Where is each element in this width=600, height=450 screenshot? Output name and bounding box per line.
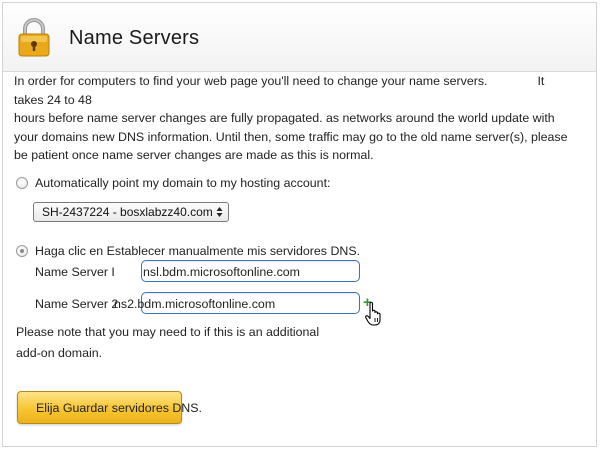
auto-point-radio[interactable] xyxy=(16,177,28,189)
manual-dns-radio[interactable] xyxy=(16,245,28,257)
name-server-1-value: nsl.bdm.microsoftonline.com xyxy=(143,265,301,279)
auto-point-label: Automatically point my domain to my host… xyxy=(35,176,331,190)
intro-line-2: hours before name server changes are ful… xyxy=(14,111,555,125)
name-server-2-value: ns2.bdm.microsoftonline.com xyxy=(114,297,276,311)
note-line-2: add-on domain. xyxy=(16,346,103,360)
hosting-account-select[interactable]: SH-2437224 - bosxlabzz40.com xyxy=(33,202,229,222)
intro-line-1a: In order for computers to find your web … xyxy=(14,74,488,88)
hosting-account-select-value: SH-2437224 - bosxlabzz40.com xyxy=(42,205,213,219)
manual-dns-label: Haga clic en Establecer manualmente mis … xyxy=(35,244,361,258)
page-title: Name Servers xyxy=(69,27,200,49)
intro-text: In order for computers to find your web … xyxy=(14,72,574,165)
panel-header: Name Servers xyxy=(3,3,596,72)
hand-cursor-icon xyxy=(365,301,381,326)
lock-icon xyxy=(18,18,50,57)
intro-line-4: be patient once name server changes are … xyxy=(14,148,374,162)
save-dns-button-label: Elija Guardar servidores DNS. xyxy=(36,401,202,415)
intro-line-3: your domains new DNS information. Until … xyxy=(14,129,568,144)
name-servers-panel: Name Servers xyxy=(2,2,597,447)
select-arrows-icon xyxy=(216,207,223,217)
note-line-1: Please note that you may need to if this… xyxy=(16,325,320,339)
name-server-2-label: Name Server 2 xyxy=(35,297,119,311)
name-server-1-label: Name Server I xyxy=(35,265,115,279)
